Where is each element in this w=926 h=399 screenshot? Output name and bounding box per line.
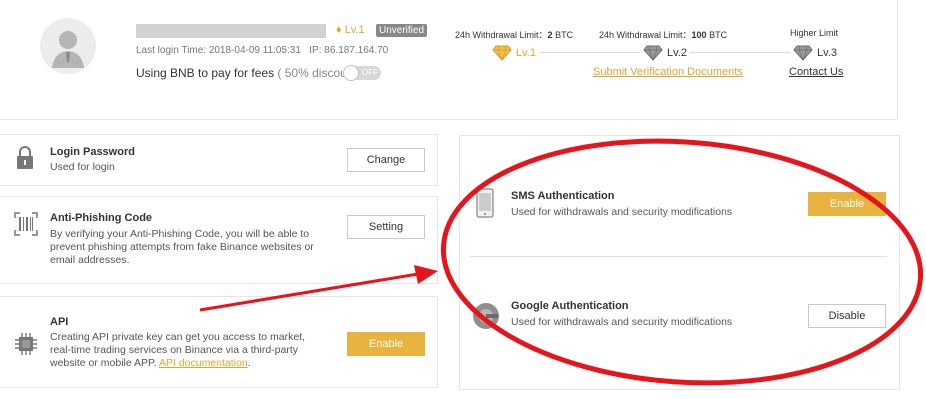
bnb-fee-setting: Using BNB to pay for fees ( 50% discount… [136, 66, 364, 80]
level-2-marker: Lv.2 [643, 45, 687, 61]
user-avatar-icon [40, 18, 96, 74]
sms-auth-title: SMS Authentication [511, 190, 615, 202]
diamond-icon: ♦ [336, 24, 342, 36]
submit-verification-link[interactable]: Submit Verification Documents [593, 66, 743, 78]
diamond-icon [643, 45, 663, 61]
level-badge-text: Lv.1 [344, 24, 365, 36]
login-password-title: Login Password [50, 146, 135, 158]
limit-lv3: Higher Limit [790, 28, 839, 38]
phone-icon [476, 188, 494, 218]
progress-line-2 [690, 52, 790, 53]
api-documentation-link[interactable]: API documentation [159, 357, 248, 369]
login-password-desc: Used for login [50, 161, 115, 173]
anti-phishing-desc: By verifying your Anti-Phishing Code, yo… [50, 228, 314, 266]
progress-line-1 [540, 52, 640, 53]
username-redacted [136, 24, 326, 38]
ip-address: IP: 86.187.164.70 [309, 45, 389, 56]
level-3-marker: Lv.3 [793, 45, 837, 61]
diamond-icon [492, 45, 512, 61]
auth-divider [470, 256, 887, 257]
authentication-panel [459, 135, 900, 390]
bnb-fee-label: Using BNB to pay for fees [136, 66, 275, 80]
diamond-icon [793, 45, 813, 61]
chip-icon [15, 333, 37, 355]
google-auth-icon [473, 303, 499, 329]
limit-lv2: 24h Withdrawal Limit：100 BTC [599, 30, 728, 40]
barcode-icon [14, 212, 38, 236]
profile-panel [0, 0, 898, 120]
sms-enable-button[interactable]: Enable [808, 192, 886, 216]
contact-us-link[interactable]: Contact Us [789, 66, 843, 78]
change-password-button[interactable]: Change [347, 148, 425, 172]
lock-icon [17, 146, 33, 169]
level-badge: ♦ Lv.1 [336, 24, 365, 36]
unverified-badge: Unverified [376, 24, 428, 37]
google-disable-button[interactable]: Disable [808, 304, 886, 328]
last-login-time: Last login Time: 2018-04-09 11:05:31 [136, 45, 301, 56]
api-enable-button[interactable]: Enable [347, 332, 425, 356]
api-title: API [50, 316, 69, 328]
api-desc: Creating API private key can get you acc… [50, 331, 306, 369]
anti-phishing-title: Anti-Phishing Code [50, 212, 153, 224]
toggle-knob [343, 65, 359, 81]
login-meta: Last login Time: 2018-04-09 11:05:31 IP:… [136, 45, 388, 56]
google-auth-desc: Used for withdrawals and security modifi… [511, 316, 733, 328]
anti-phishing-setting-button[interactable]: Setting [347, 215, 425, 239]
level-1-marker: Lv.1 [492, 45, 536, 61]
toggle-state-label: OFF [362, 68, 378, 77]
bnb-fee-toggle[interactable]: OFF [343, 65, 381, 81]
google-auth-title: Google Authentication [511, 300, 629, 312]
sms-auth-desc: Used for withdrawals and security modifi… [511, 206, 733, 218]
limit-lv1: 24h Withdrawal Limit：2 BTC [455, 30, 574, 40]
